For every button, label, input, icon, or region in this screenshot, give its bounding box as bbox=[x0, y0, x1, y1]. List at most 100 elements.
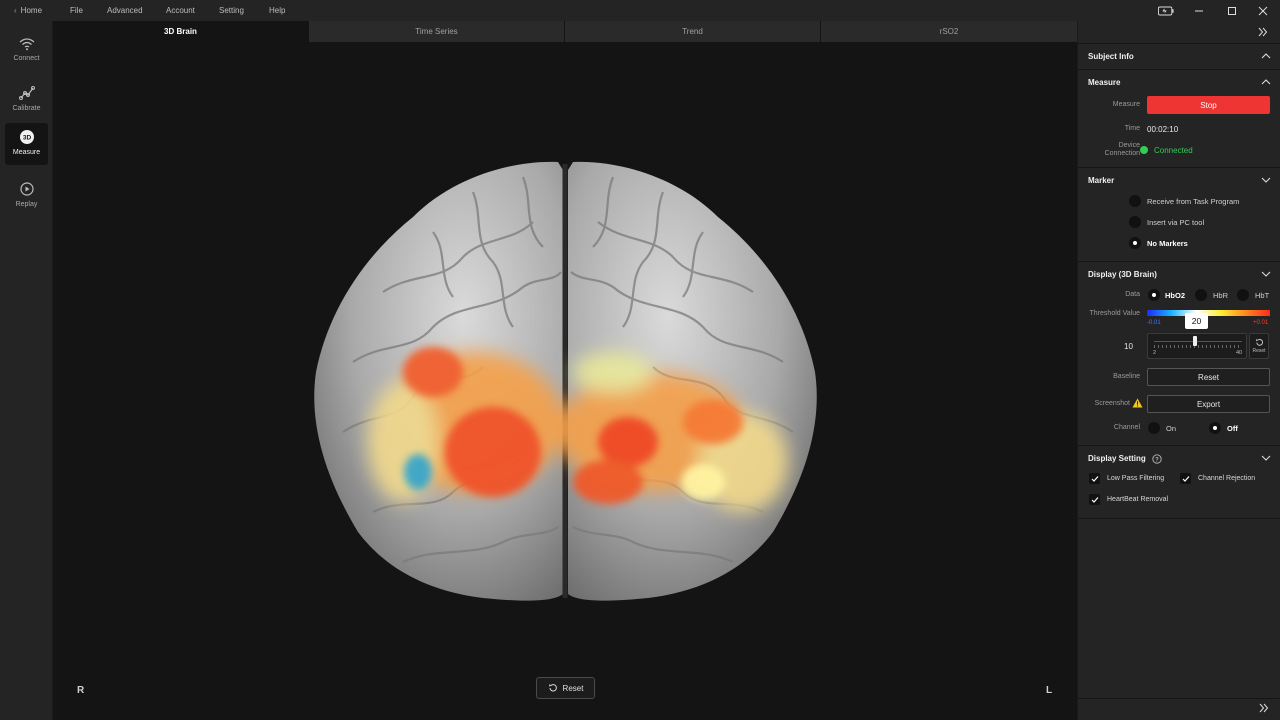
home-menu[interactable]: ‹ Home bbox=[14, 6, 42, 15]
section-title: Display (3D Brain) bbox=[1088, 270, 1157, 279]
data-label: Data bbox=[1125, 291, 1140, 298]
help-icon[interactable]: ? bbox=[1152, 453, 1162, 464]
menu-setting[interactable]: Setting bbox=[219, 6, 244, 15]
data-radio-hbr[interactable] bbox=[1195, 289, 1207, 301]
channel-off-label: Off bbox=[1227, 424, 1238, 433]
channel-radio-off[interactable] bbox=[1209, 422, 1221, 434]
calibrate-icon bbox=[18, 86, 35, 100]
minimize-icon[interactable] bbox=[1191, 3, 1207, 19]
time-value: 00:02:10 bbox=[1147, 125, 1179, 134]
section-title: Marker bbox=[1088, 176, 1115, 185]
slider-reset-label: Reset bbox=[1252, 348, 1266, 354]
threshold-slider[interactable]: 2 40 bbox=[1147, 333, 1247, 359]
device-label-line1: Device bbox=[1118, 142, 1140, 149]
device-status: Connected bbox=[1154, 146, 1193, 155]
channel-radio-on[interactable] bbox=[1148, 422, 1160, 434]
slider-ticks bbox=[1154, 345, 1242, 348]
panel-bottom-divider bbox=[1078, 698, 1280, 699]
channel-rejection-checkbox[interactable] bbox=[1180, 473, 1191, 484]
wifi-icon bbox=[19, 38, 34, 51]
device-label-line2: Connection bbox=[1104, 150, 1140, 157]
maximize-icon[interactable] bbox=[1224, 3, 1240, 19]
viewer-right-label: L bbox=[1046, 685, 1052, 696]
section-title: Display Setting bbox=[1088, 454, 1146, 463]
brain-3d-render[interactable]: R L bbox=[53, 42, 1077, 720]
sidebar-item-label: Calibrate bbox=[12, 105, 41, 112]
sidebar-item-calibrate[interactable]: Calibrate bbox=[5, 79, 48, 121]
3d-brain-icon: 3D bbox=[19, 130, 34, 144]
collapse-panel-icon[interactable] bbox=[1258, 27, 1268, 37]
replay-icon bbox=[19, 182, 34, 196]
threshold-max: +0.01 bbox=[1253, 320, 1269, 326]
threshold-label: Threshold Value bbox=[1089, 310, 1140, 317]
tab-time-series[interactable]: Time Series bbox=[309, 21, 565, 42]
sidebar-item-replay[interactable]: Replay bbox=[5, 175, 48, 217]
view-reset-button[interactable]: Reset bbox=[536, 677, 595, 699]
heartbeat-removal-checkbox[interactable] bbox=[1089, 494, 1100, 505]
sidebar-item-label: Measure bbox=[12, 149, 41, 156]
chevron-down-icon bbox=[1261, 271, 1271, 277]
marker-option-label: Insert via PC tool bbox=[1147, 218, 1205, 227]
brain-viewer[interactable]: R L Reset bbox=[53, 42, 1077, 720]
low-pass-filtering-checkbox[interactable] bbox=[1089, 473, 1100, 484]
warning-icon bbox=[1132, 398, 1143, 408]
menu-account[interactable]: Account bbox=[166, 6, 195, 15]
marker-radio-task-program[interactable] bbox=[1129, 195, 1141, 207]
slider-max: 40 bbox=[1236, 350, 1243, 356]
marker-radio-pc-tool[interactable] bbox=[1129, 216, 1141, 228]
slider-value-tooltip: 20 bbox=[1185, 313, 1208, 329]
checkmark-icon bbox=[1182, 475, 1189, 482]
checkmark-icon bbox=[1091, 475, 1098, 482]
time-label: Time bbox=[1124, 125, 1140, 132]
export-button[interactable]: Export bbox=[1147, 395, 1270, 413]
menu-help[interactable]: Help bbox=[269, 6, 285, 15]
section-subject-info[interactable]: Subject Info bbox=[1078, 43, 1280, 69]
right-panel: Subject Info Measure Measure Stop Time 0… bbox=[1077, 21, 1280, 720]
chevron-left-icon: ‹ bbox=[14, 6, 17, 15]
threshold-current-value: 10 bbox=[1124, 342, 1133, 351]
channel-on-label: On bbox=[1166, 424, 1177, 433]
data-radio-hbt[interactable] bbox=[1237, 289, 1249, 301]
baseline-reset-button[interactable]: Reset bbox=[1147, 368, 1270, 386]
panel-top bbox=[1078, 21, 1280, 43]
data-radio-hbo2[interactable] bbox=[1148, 289, 1160, 301]
menu-bar: ‹ Home File Advanced Account Setting Help bbox=[0, 0, 1280, 21]
svg-text:?: ? bbox=[1155, 457, 1159, 463]
view-reset-label: Reset bbox=[562, 683, 584, 693]
sidebar-item-connect[interactable]: Connect bbox=[5, 31, 48, 73]
threshold-min: -0.01 bbox=[1147, 320, 1161, 326]
data-option-label: HbT bbox=[1255, 291, 1270, 300]
reset-icon bbox=[548, 684, 557, 692]
section-measure[interactable]: Measure bbox=[1078, 69, 1280, 95]
slider-thumb[interactable] bbox=[1193, 336, 1198, 346]
menu-file[interactable]: File bbox=[70, 6, 83, 15]
checkmark-icon bbox=[1091, 496, 1098, 503]
stop-button[interactable]: Stop bbox=[1147, 96, 1270, 114]
chevron-up-icon bbox=[1261, 79, 1271, 85]
close-icon[interactable] bbox=[1255, 3, 1271, 19]
channel-label: Channel bbox=[1113, 424, 1140, 431]
screenshot-label: Screenshot bbox=[1094, 400, 1130, 407]
checkbox-label: Channel Rejection bbox=[1198, 475, 1256, 482]
slider-reset-button[interactable]: Reset bbox=[1249, 333, 1269, 359]
measure-label: Measure bbox=[1112, 101, 1140, 108]
marker-radio-no-markers[interactable] bbox=[1129, 237, 1141, 249]
menu-advanced[interactable]: Advanced bbox=[107, 6, 143, 15]
tab-3d-brain[interactable]: 3D Brain bbox=[53, 21, 309, 42]
threshold-colorbar bbox=[1147, 310, 1270, 316]
marker-option-label: No Markers bbox=[1147, 239, 1188, 248]
section-display-setting[interactable]: Display Setting ? bbox=[1078, 445, 1280, 471]
tab-trend[interactable]: Trend bbox=[565, 21, 821, 42]
sidebar-item-measure[interactable]: 3D Measure bbox=[5, 123, 48, 165]
section-title: Subject Info bbox=[1088, 52, 1134, 61]
data-option-label: HbO2 bbox=[1165, 291, 1186, 300]
svg-text:3D: 3D bbox=[22, 135, 31, 142]
expand-panel-icon[interactable] bbox=[1259, 703, 1269, 713]
section-marker[interactable]: Marker bbox=[1078, 167, 1280, 193]
device-connection-label: Device Connection bbox=[1088, 142, 1140, 158]
tab-rso2[interactable]: rSO2 bbox=[821, 21, 1077, 42]
chevron-up-icon bbox=[1261, 53, 1271, 59]
chevron-down-icon bbox=[1261, 455, 1271, 461]
baseline-label: Baseline bbox=[1113, 373, 1140, 380]
section-display-3d-brain[interactable]: Display (3D Brain) bbox=[1078, 261, 1280, 287]
